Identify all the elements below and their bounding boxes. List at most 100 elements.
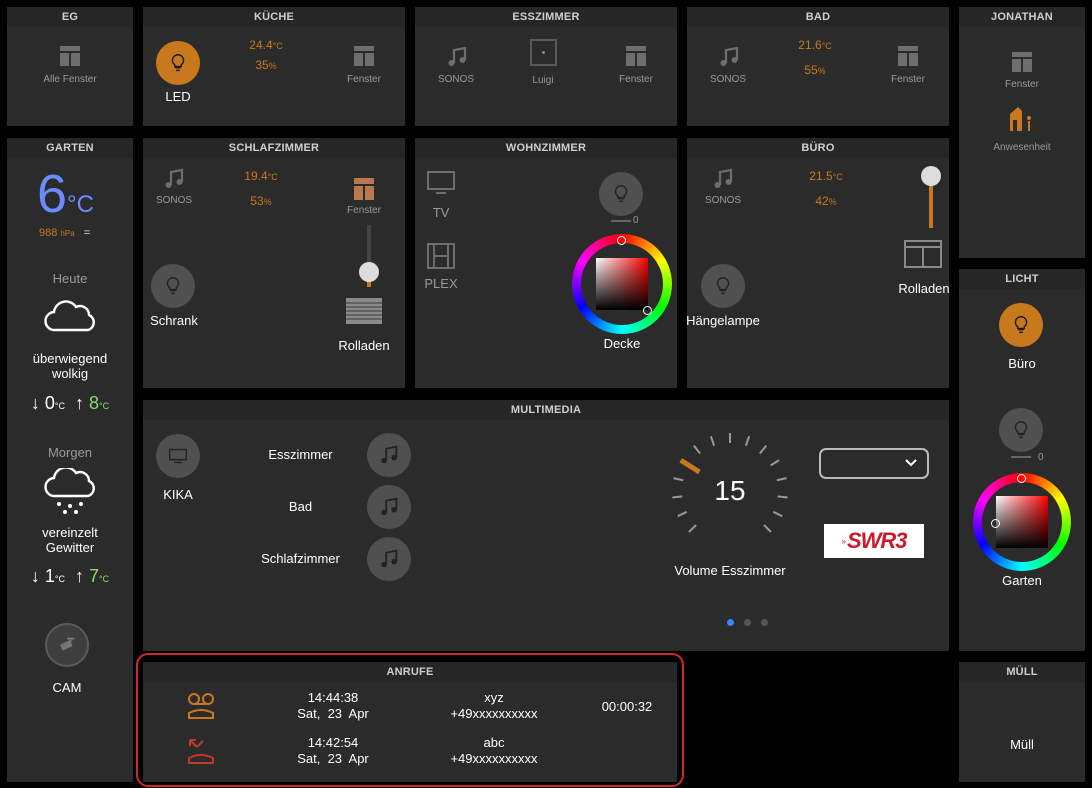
music-note-icon[interactable] xyxy=(711,167,735,196)
music-note-icon[interactable] xyxy=(367,433,411,477)
hue-handle[interactable] xyxy=(1017,474,1026,483)
panel-title: EG xyxy=(7,7,133,27)
volume-tick xyxy=(763,524,772,533)
volume-indicator xyxy=(679,458,701,475)
dimmer-bulb-icon[interactable] xyxy=(599,172,643,216)
humidity-value: 53% xyxy=(250,194,272,208)
volume-tick xyxy=(688,524,697,533)
dimmer-bar[interactable] xyxy=(611,220,631,222)
swr3-logo[interactable]: » SWR3 xyxy=(824,524,924,558)
panel-title: GARTEN xyxy=(7,138,133,158)
light-bulb-icon[interactable] xyxy=(999,303,1043,347)
shutter-label: Rolladen xyxy=(338,338,390,353)
camera-icon[interactable] xyxy=(45,623,89,667)
volume-tick xyxy=(672,495,683,499)
page-dot[interactable] xyxy=(727,619,734,626)
music-note-icon[interactable] xyxy=(367,485,411,529)
highlight-frame xyxy=(136,653,684,787)
panel-wohnzimmer: WOHNZIMMER TV PLEX 0 Decke xyxy=(415,138,677,388)
temperature-value: 19.4°C xyxy=(244,169,278,183)
temperature-value: 21.6°C xyxy=(798,38,832,52)
window-icon[interactable] xyxy=(59,45,81,72)
page-dot[interactable] xyxy=(744,619,751,626)
dimmer-bar[interactable] xyxy=(1011,456,1031,458)
slider-handle[interactable] xyxy=(359,261,379,282)
plex-label: PLEX xyxy=(424,276,458,291)
dimmer-bulb-icon[interactable] xyxy=(999,408,1043,452)
panel-title: BÜRO xyxy=(687,138,949,158)
panel-title: WOHNZIMMER xyxy=(415,138,677,158)
window-label: Fenster xyxy=(891,74,925,85)
panel-esszimmer: ESSZIMMER SONOS Luigi Fenster xyxy=(415,7,677,126)
volume-tick xyxy=(770,459,780,467)
page-dot[interactable] xyxy=(761,619,768,626)
color-picker[interactable] xyxy=(572,234,672,334)
temperature-value: 24.4°C xyxy=(249,38,283,52)
all-windows-label: Alle Fenster xyxy=(43,74,97,85)
slider-handle[interactable] xyxy=(921,166,941,186)
presence-label: Anwesenheit xyxy=(993,142,1051,153)
window-icon[interactable] xyxy=(897,45,919,72)
tv-icon[interactable] xyxy=(427,171,455,200)
light-bulb-icon[interactable] xyxy=(151,264,195,308)
dimmer-value: 0 xyxy=(633,215,639,226)
shutter-slider[interactable] xyxy=(921,166,941,228)
tomorrow-label: Morgen xyxy=(47,445,93,460)
panel-title: SCHLAFZIMMER xyxy=(143,138,405,158)
light-label: Hängelampe xyxy=(686,313,760,328)
light-label: LED xyxy=(165,89,191,104)
window-icon[interactable] xyxy=(353,177,375,206)
button-icon[interactable] xyxy=(530,39,557,66)
panel-kueche: KÜCHE LED 24.4°C 35% Fenster xyxy=(143,7,405,126)
volume-tick xyxy=(673,477,684,482)
station-logo-text: SWR3 xyxy=(846,528,908,553)
volume-tick xyxy=(759,445,767,455)
sonos-label: SONOS xyxy=(155,195,193,206)
volume-label: Volume Esszimmer xyxy=(674,563,786,578)
page-indicator[interactable] xyxy=(727,619,787,628)
panel-title: JONATHAN xyxy=(959,7,1085,27)
chevron-down-icon xyxy=(905,455,917,474)
shutter-icon[interactable] xyxy=(345,297,383,330)
panel-title: MULTIMEDIA xyxy=(143,400,949,420)
light-bulb-icon[interactable] xyxy=(701,264,745,308)
window-icon[interactable] xyxy=(353,45,375,72)
panel-schlafzimmer: SCHLAFZIMMER SONOS 19.4°C 53% Fenster Sc… xyxy=(143,138,405,388)
luigi-label: Luigi xyxy=(532,75,554,86)
music-note-icon[interactable] xyxy=(162,167,186,196)
presence-icon[interactable] xyxy=(1008,106,1034,137)
shutter-label: Rolladen xyxy=(898,281,950,296)
window-label: Fenster xyxy=(347,74,381,85)
volume-value: 15 xyxy=(714,475,746,506)
light-bulb-icon[interactable] xyxy=(156,41,200,85)
panel-buero: BÜRO SONOS 21.5°C 42% Hängelampe Rollade… xyxy=(686,138,950,388)
shutter-slider[interactable] xyxy=(359,225,379,287)
cam-label: CAM xyxy=(52,680,82,695)
shutter-icon[interactable] xyxy=(904,240,942,273)
color-picker[interactable] xyxy=(973,473,1071,571)
music-note-icon[interactable] xyxy=(367,537,411,581)
saturation-handle[interactable] xyxy=(991,519,1000,528)
saturation-handle[interactable] xyxy=(643,306,652,315)
today-minmax: ↓ 0°C ↑ 8°C xyxy=(30,393,110,413)
waste-label[interactable]: Müll xyxy=(959,737,1085,752)
source-dropdown[interactable] xyxy=(819,448,929,479)
panel-title: ESSZIMMER xyxy=(415,7,677,27)
volume-tick xyxy=(772,510,783,518)
panel-eg: EG Alle Fenster xyxy=(7,7,133,126)
sonos-label: SONOS xyxy=(704,195,742,206)
film-icon[interactable] xyxy=(427,243,455,274)
sonos-label: SONOS xyxy=(437,74,475,85)
humidity-value: 42% xyxy=(815,194,837,208)
tv-button[interactable] xyxy=(156,434,200,478)
window-label: Fenster xyxy=(619,74,653,85)
window-icon[interactable] xyxy=(1011,51,1033,78)
room-label: Schlafzimmer xyxy=(261,551,340,566)
music-note-icon[interactable] xyxy=(717,45,741,74)
music-note-icon[interactable] xyxy=(445,45,469,74)
window-label: Fenster xyxy=(1005,79,1039,90)
window-icon[interactable] xyxy=(625,45,647,72)
hue-handle[interactable] xyxy=(617,236,626,245)
room-label: Esszimmer xyxy=(268,447,333,462)
panel-jonathan: JONATHAN Fenster Anwesenheit xyxy=(959,7,1085,258)
